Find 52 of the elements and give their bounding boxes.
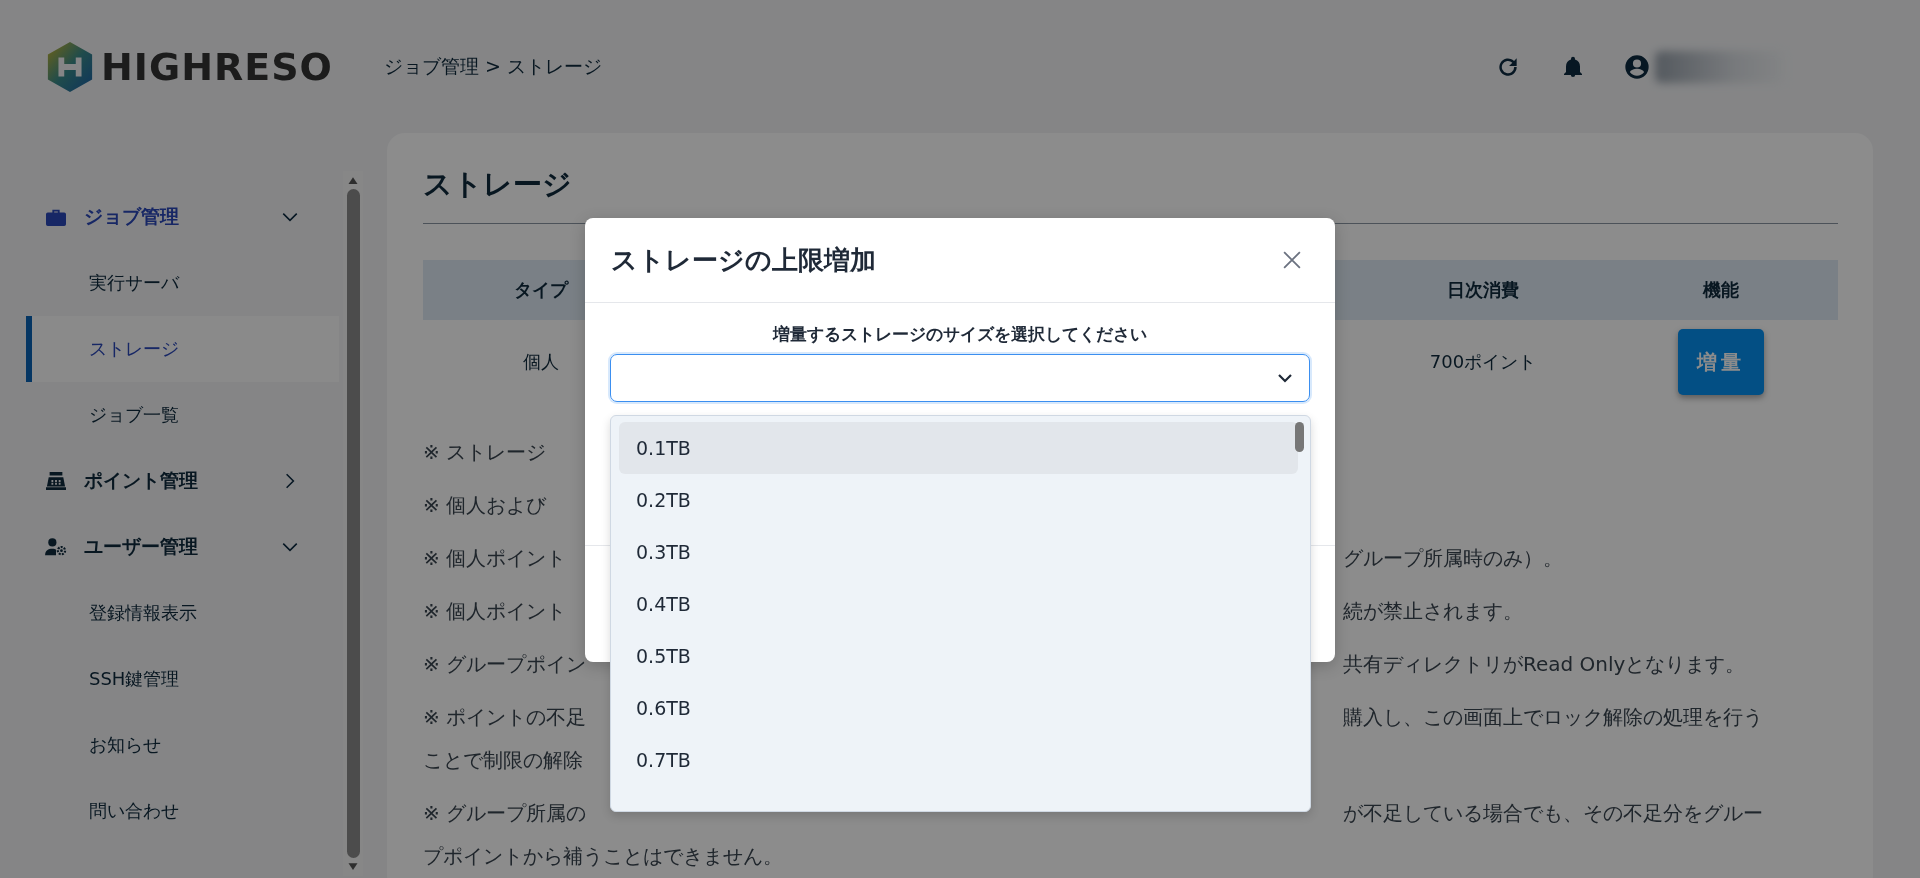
bell-icon[interactable] (1561, 54, 1585, 80)
note-text: グループ所属時のみ）。 (1343, 545, 1563, 572)
scroll-down-arrow-icon[interactable] (347, 862, 359, 871)
briefcase-icon (45, 207, 67, 227)
sidebar-item[interactable]: SSH鍵管理 (26, 646, 339, 712)
logo-icon (45, 39, 95, 95)
size-select[interactable] (610, 354, 1310, 402)
dropdown-option[interactable]: 0.3TB (619, 526, 1298, 578)
note-text: ことで制限の解除 (423, 748, 583, 772)
note-text: ※ ストレージ (423, 440, 547, 464)
sidebar-item[interactable]: お知らせ (26, 712, 339, 778)
note-text: 続が禁止されます。 (1343, 598, 1523, 625)
cash-register-icon (45, 471, 67, 491)
column-header: タイプ (513, 278, 568, 302)
dropdown-option[interactable]: 0.1TB (619, 422, 1298, 474)
note-text: ※ 個人および (423, 493, 547, 517)
note-text: 共有ディレクトリがRead Onlyとなります。 (1343, 651, 1746, 678)
increase-button[interactable]: 増量 (1677, 329, 1764, 395)
dropdown-option[interactable]: 0.2TB (619, 474, 1298, 526)
close-icon[interactable] (1283, 251, 1301, 269)
table-cell: 700ポイント (1429, 350, 1537, 374)
sidebar-item[interactable]: ジョブ一覧 (26, 382, 339, 448)
breadcrumb: ジョブ管理 > ストレージ (384, 54, 602, 79)
note-text: ※ 個人ポイント (423, 598, 567, 625)
sidebar-item[interactable]: 登録情報表示 (26, 580, 339, 646)
user-icon[interactable] (1623, 53, 1651, 81)
sidebar-group[interactable]: ジョブ管理 (32, 184, 339, 250)
sidebar-item[interactable]: ストレージ (26, 316, 339, 382)
sidebar-item[interactable]: 実行サーバ (26, 250, 339, 316)
dropdown-option[interactable]: 0.5TB (619, 630, 1298, 682)
logo-text: HIGHRESO (101, 45, 333, 89)
column-header: 日次消費 (1447, 278, 1519, 302)
user-gear-icon (45, 537, 67, 557)
note-text: ※ グループ所属の (423, 800, 587, 827)
note-text: ※ 個人ポイント (423, 545, 567, 572)
note-text: プポイントから補うことはできません。 (423, 844, 783, 868)
sidebar-group[interactable]: ポイント管理 (32, 448, 339, 514)
column-header: 機能 (1702, 278, 1739, 302)
modal-title: ストレージの上限増加 (611, 243, 876, 277)
table-cell: 個人 (522, 350, 559, 374)
sidebar-group[interactable]: ユーザー管理 (32, 514, 339, 580)
note-text: が不足している場合でも、その不足分をグルー (1343, 800, 1763, 827)
note-text: ※ ポイントの不足 (423, 704, 587, 731)
scroll-up-arrow-icon[interactable] (347, 176, 359, 185)
select-label: 増量するストレージのサイズを選択してください (771, 323, 1148, 346)
note-text: ※ グループポイン (423, 651, 587, 678)
note-text: 購入し、この画面上でロック解除の処理を行う (1343, 704, 1763, 731)
sidebar-item[interactable]: 問い合わせ (26, 778, 339, 844)
scrollbar-thumb[interactable] (1295, 422, 1304, 452)
dropdown-option[interactable]: 0.6TB (619, 682, 1298, 734)
dropdown-option[interactable]: 0.7TB (619, 734, 1298, 786)
dropdown-option[interactable]: 0.4TB (619, 578, 1298, 630)
